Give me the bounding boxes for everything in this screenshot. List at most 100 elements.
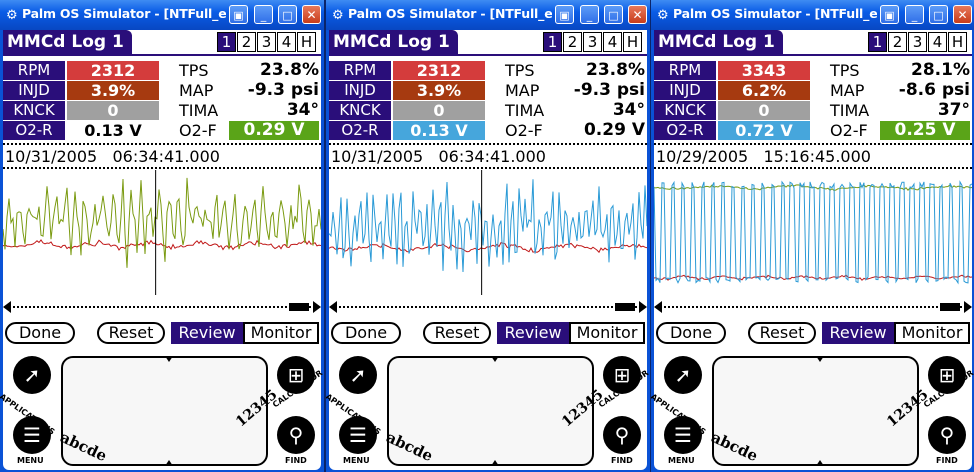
gauge-value[interactable]: 3.9% [393, 81, 485, 100]
menu-icon[interactable]: ☰ [339, 416, 377, 454]
gauge-value-secondary[interactable]: 23.8% [229, 61, 319, 80]
close-button[interactable]: ✕ [302, 5, 321, 24]
gauge-value-secondary[interactable]: -9.3 psi [555, 81, 645, 100]
system-menu-button[interactable]: ▣ [229, 5, 248, 24]
gauge-value-secondary[interactable]: 0.29 V [229, 121, 319, 140]
gauge-value[interactable]: 3343 [718, 61, 810, 80]
log-chart[interactable] [329, 170, 647, 295]
page-button-h[interactable]: H [297, 32, 316, 52]
log-chart[interactable] [3, 170, 321, 295]
scroll-right-arrow[interactable] [964, 301, 972, 313]
menu-icon[interactable]: ☰ [664, 416, 702, 454]
gauge-label[interactable]: RPM [654, 61, 716, 80]
gauge-value-secondary[interactable]: -8.6 psi [880, 81, 970, 100]
gauge-label-secondary[interactable]: TPS [179, 61, 229, 80]
reset-button[interactable]: Reset [423, 322, 491, 344]
page-button-2[interactable]: 2 [888, 32, 907, 52]
gauge-label[interactable]: O2-R [3, 121, 65, 140]
maximize-button[interactable]: □ [278, 5, 297, 24]
scroll-thumb[interactable] [615, 303, 635, 311]
window-titlebar[interactable]: ⚙ Palm OS Simulator - [NTFull_enU ▣ _ □ … [0, 0, 324, 30]
minimize-button[interactable]: _ [905, 5, 924, 24]
page-button-2[interactable]: 2 [563, 32, 582, 52]
scroll-right-arrow[interactable] [313, 301, 321, 313]
scroll-left-arrow[interactable] [329, 301, 337, 313]
gauge-label[interactable]: INJD [329, 81, 391, 100]
gauge-value-secondary[interactable]: 0.29 V [555, 121, 645, 140]
gauge-label-secondary[interactable]: TPS [505, 61, 555, 80]
scroll-right-arrow[interactable] [639, 301, 647, 313]
gauge-label[interactable]: KNCK [3, 101, 65, 120]
log-scrollbar[interactable] [654, 300, 972, 314]
gauge-value[interactable]: 3.9% [67, 81, 159, 100]
gauge-label[interactable]: KNCK [329, 101, 391, 120]
applications-icon[interactable]: ➚ [664, 356, 702, 394]
page-button-4[interactable]: 4 [928, 32, 947, 52]
gauge-value-secondary[interactable]: 34° [555, 101, 645, 120]
find-icon[interactable]: ⚲ [928, 416, 966, 454]
page-button-1[interactable]: 1 [868, 32, 887, 52]
monitor-tab[interactable]: Monitor [894, 322, 970, 344]
gauge-value[interactable]: 0.13 V [67, 121, 159, 140]
minimize-button[interactable]: _ [254, 5, 273, 24]
monitor-tab[interactable]: Monitor [243, 322, 319, 344]
gauge-label-secondary[interactable]: MAP [830, 81, 880, 100]
done-button[interactable]: Done [656, 322, 726, 344]
scroll-left-arrow[interactable] [3, 301, 11, 313]
app-title[interactable]: MMCd Log 1 [3, 30, 132, 55]
scroll-thumb[interactable] [289, 303, 309, 311]
close-button[interactable]: ✕ [953, 5, 972, 24]
app-title[interactable]: MMCd Log 1 [654, 30, 783, 55]
log-scrollbar[interactable] [3, 300, 321, 314]
gauge-label-secondary[interactable]: O2-F [179, 121, 229, 140]
gauge-label-secondary[interactable]: O2-F [830, 121, 880, 140]
page-button-h[interactable]: H [623, 32, 642, 52]
gauge-label[interactable]: O2-R [329, 121, 391, 140]
page-button-3[interactable]: 3 [908, 32, 927, 52]
log-chart[interactable] [654, 170, 972, 295]
scroll-left-arrow[interactable] [654, 301, 662, 313]
window-titlebar[interactable]: ⚙ Palm OS Simulator - [NTFull_enU ▣ _ □ … [651, 0, 974, 30]
gauge-label[interactable]: O2-R [654, 121, 716, 140]
app-title[interactable]: MMCd Log 1 [329, 30, 458, 55]
gauge-label-secondary[interactable]: TPS [830, 61, 880, 80]
gauge-label-secondary[interactable]: TIMA [830, 101, 880, 120]
page-button-1[interactable]: 1 [543, 32, 562, 52]
gauge-value[interactable]: 2312 [393, 61, 485, 80]
system-menu-button[interactable]: ▣ [555, 5, 574, 24]
page-button-3[interactable]: 3 [257, 32, 276, 52]
gauge-value[interactable]: 0.13 V [393, 121, 485, 140]
gauge-value-secondary[interactable]: 0.25 V [880, 121, 970, 140]
gauge-value-secondary[interactable]: 37° [880, 101, 970, 120]
gauge-value[interactable]: 0 [67, 101, 159, 120]
reset-button[interactable]: Reset [97, 322, 165, 344]
find-icon[interactable]: ⚲ [277, 416, 315, 454]
gauge-label-secondary[interactable]: TIMA [505, 101, 555, 120]
review-tab[interactable]: Review [822, 322, 894, 344]
system-menu-button[interactable]: ▣ [880, 5, 899, 24]
gauge-value-secondary[interactable]: 23.8% [555, 61, 645, 80]
gauge-label[interactable]: KNCK [654, 101, 716, 120]
gauge-label-secondary[interactable]: TIMA [179, 101, 229, 120]
gauge-label-secondary[interactable]: MAP [179, 81, 229, 100]
gauge-value-secondary[interactable]: 28.1% [880, 61, 970, 80]
menu-icon[interactable]: ☰ [13, 416, 51, 454]
review-tab[interactable]: Review [497, 322, 569, 344]
gauge-label[interactable]: INJD [654, 81, 716, 100]
page-button-1[interactable]: 1 [217, 32, 236, 52]
gauge-label[interactable]: RPM [3, 61, 65, 80]
gauge-value-secondary[interactable]: 34° [229, 101, 319, 120]
done-button[interactable]: Done [5, 322, 75, 344]
gauge-value[interactable]: 6.2% [718, 81, 810, 100]
gauge-value[interactable]: 0.72 V [718, 121, 810, 140]
applications-icon[interactable]: ➚ [339, 356, 377, 394]
gauge-label[interactable]: INJD [3, 81, 65, 100]
applications-icon[interactable]: ➚ [13, 356, 51, 394]
gauge-value[interactable]: 0 [393, 101, 485, 120]
log-scrollbar[interactable] [329, 300, 647, 314]
window-titlebar[interactable]: ⚙ Palm OS Simulator - [NTFull_enU ▣ _ □ … [326, 0, 650, 30]
gauge-value[interactable]: 0 [718, 101, 810, 120]
done-button[interactable]: Done [331, 322, 401, 344]
maximize-button[interactable]: □ [929, 5, 948, 24]
find-icon[interactable]: ⚲ [603, 416, 641, 454]
